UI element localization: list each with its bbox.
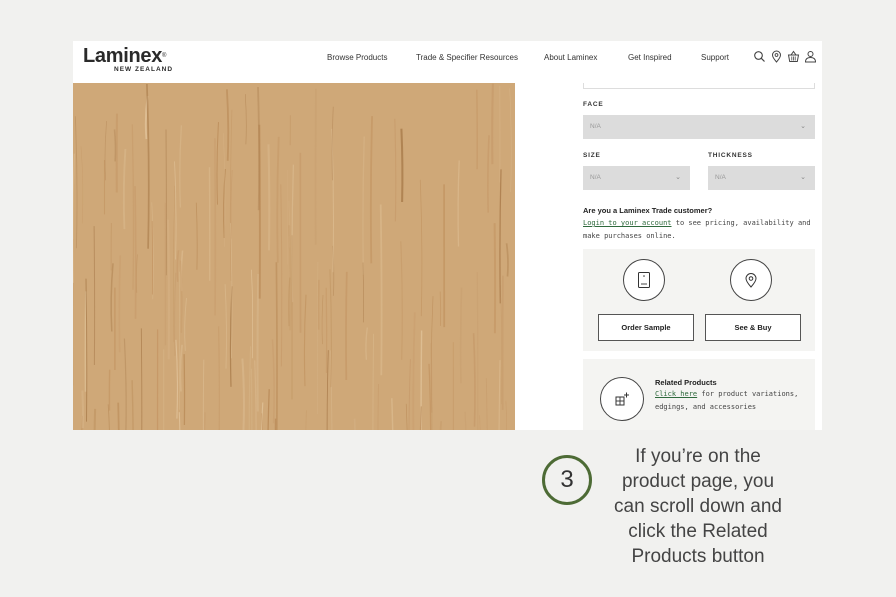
nav-about-laminex[interactable]: About Laminex bbox=[544, 53, 597, 63]
size-value: N/A bbox=[590, 174, 601, 181]
search-icon[interactable] bbox=[753, 50, 766, 63]
logo-wordmark: Laminex® bbox=[83, 45, 167, 67]
laminex-logo[interactable]: Laminex® NEW ZEALAND bbox=[83, 45, 172, 73]
basket-icon[interactable] bbox=[787, 50, 800, 63]
chevron-down-icon: ⌄ bbox=[675, 174, 681, 181]
location-pin-icon bbox=[730, 259, 772, 301]
thickness-label: THICKNESS bbox=[708, 152, 753, 159]
screenshot-frame: Laminex® NEW ZEALAND Browse Products Tra… bbox=[73, 41, 822, 430]
thickness-select[interactable]: N/A ⌄ bbox=[708, 166, 815, 190]
face-select[interactable]: N/A ⌄ bbox=[583, 115, 815, 139]
order-sample-button[interactable]: Order Sample bbox=[598, 314, 694, 341]
chevron-down-icon: ⌄ bbox=[800, 174, 806, 181]
related-products-title: Related Products bbox=[655, 378, 717, 387]
previous-option-select[interactable] bbox=[583, 83, 815, 89]
logo-subtitle: NEW ZEALAND bbox=[114, 66, 174, 73]
see-and-buy-button[interactable]: See & Buy bbox=[705, 314, 801, 341]
caption-line: If you’re on the bbox=[635, 446, 761, 467]
header-icons bbox=[753, 50, 817, 63]
caption-line: click the Related bbox=[628, 521, 768, 542]
face-label: FACE bbox=[583, 101, 604, 108]
location-pin-icon[interactable] bbox=[770, 50, 783, 63]
product-swatch-image bbox=[73, 83, 515, 430]
size-label: SIZE bbox=[583, 152, 601, 159]
related-products-text: Click here for product variations, edgin… bbox=[655, 388, 815, 413]
caption-line: product page, you bbox=[621, 471, 775, 492]
wood-grain-swatch bbox=[73, 83, 515, 430]
nav-support[interactable]: Support bbox=[701, 53, 729, 63]
related-products-icon bbox=[600, 377, 644, 421]
sample-card-icon bbox=[623, 259, 665, 301]
instruction-caption: If you’re on the product page, you can s… bbox=[598, 444, 798, 569]
related-click-here-link[interactable]: Click here bbox=[655, 390, 697, 398]
user-icon[interactable] bbox=[804, 50, 817, 63]
thickness-value: N/A bbox=[715, 174, 726, 181]
chevron-down-icon: ⌄ bbox=[800, 123, 806, 130]
caption-line: can scroll down and bbox=[614, 496, 782, 517]
caption-line: Products button bbox=[631, 546, 765, 567]
product-options-panel: FACE N/A ⌄ SIZE N/A ⌄ THICKNESS N/A ⌄ Ar… bbox=[583, 83, 815, 430]
related-products-button[interactable]: Related Products Click here for product … bbox=[583, 359, 815, 430]
trade-text: Login to your account to see pricing, av… bbox=[583, 217, 813, 243]
face-value: N/A bbox=[590, 123, 601, 130]
nav-get-inspired[interactable]: Get Inspired bbox=[628, 53, 672, 63]
size-select[interactable]: N/A ⌄ bbox=[583, 166, 690, 190]
trade-question: Are you a Laminex Trade customer? bbox=[583, 206, 713, 215]
login-link[interactable]: Login to your account bbox=[583, 219, 672, 227]
nav-trade-specifier-resources[interactable]: Trade & Specifier Resources bbox=[416, 53, 518, 63]
site-header: Laminex® NEW ZEALAND Browse Products Tra… bbox=[73, 41, 822, 83]
step-number-badge: 3 bbox=[542, 455, 592, 505]
nav-browse-products[interactable]: Browse Products bbox=[327, 53, 387, 63]
purchase-actions: Order Sample See & Buy bbox=[583, 249, 815, 351]
